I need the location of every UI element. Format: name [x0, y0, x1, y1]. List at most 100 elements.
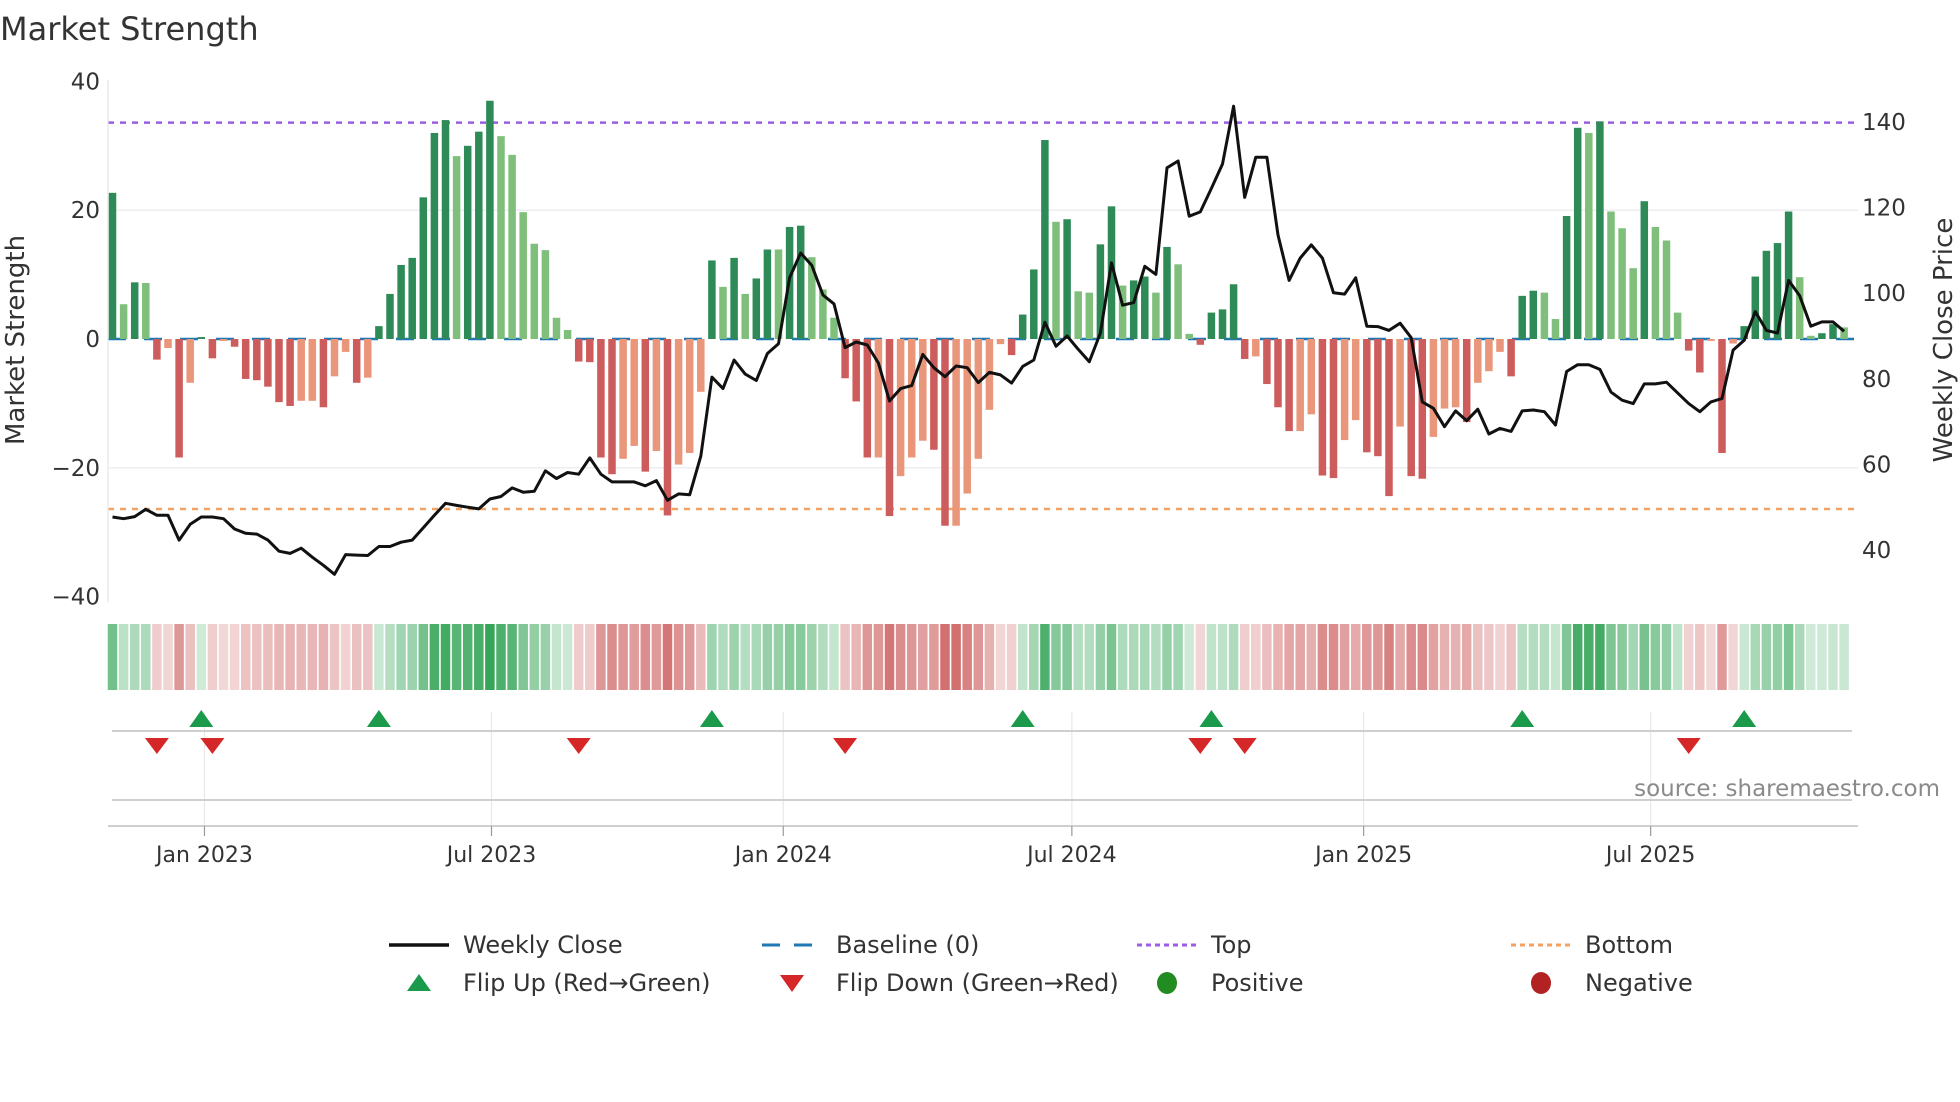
y2-tick-label: 100: [1862, 281, 1906, 307]
flip-down-marker: [1232, 738, 1257, 754]
strip-cell: [1128, 624, 1139, 690]
flip-down-legend-icon: [780, 975, 804, 992]
strength-bar: [541, 250, 550, 339]
strength-bar: [708, 260, 716, 339]
strength-bar: [519, 212, 527, 339]
strip-cell: [629, 624, 639, 690]
strength-bar: [241, 339, 250, 379]
strip-cell: [296, 624, 306, 690]
strip-cell: [673, 624, 684, 690]
strip-cell: [418, 624, 429, 690]
strip-cell: [1417, 624, 1428, 690]
strength-bar: [930, 339, 938, 450]
strip-cell: [573, 624, 584, 690]
strip-cell: [784, 624, 795, 690]
strip-cell: [707, 624, 717, 690]
strip-cell: [1162, 624, 1172, 690]
strip-cell: [396, 624, 406, 690]
strength-bar: [1007, 339, 1016, 356]
strength-bar: [652, 339, 661, 452]
flip-down-marker: [566, 738, 591, 754]
strength-bar: [1429, 339, 1438, 437]
strength-bar: [319, 339, 328, 408]
top-legend-icon: [1137, 943, 1197, 947]
strip-cell: [1661, 624, 1672, 690]
flip-up-marker: [1010, 710, 1035, 727]
strength-bar: [308, 339, 317, 401]
reference-lines: [108, 121, 1858, 511]
strip-cell: [462, 624, 473, 690]
strip-cell: [1584, 624, 1594, 690]
strength-bar: [1629, 268, 1637, 339]
strength-bar: [1074, 291, 1082, 339]
strip-cell: [1295, 624, 1305, 690]
strength-bar: [1218, 309, 1227, 339]
strength-bar: [1329, 339, 1338, 479]
strip-cell: [1350, 624, 1361, 690]
strength-bar: [1152, 292, 1160, 339]
strength-bar: [763, 249, 772, 339]
negative-legend-icon: [1531, 972, 1551, 994]
strength-bar: [674, 339, 683, 465]
strength-bar: [963, 339, 971, 494]
strip-cell: [496, 624, 506, 690]
strip-cell: [1006, 624, 1017, 690]
strip-cell: [1606, 624, 1616, 690]
strength-bar: [1163, 246, 1171, 339]
strength-bar: [1562, 216, 1571, 339]
strip-cell: [1550, 624, 1561, 690]
strength-bar: [175, 339, 183, 458]
strength-bar: [863, 339, 872, 458]
y2-axis-title: Weekly Close Price: [1929, 218, 1959, 463]
flip-down-marker: [1676, 738, 1701, 754]
strip-cell: [307, 624, 318, 690]
strength-bar: [1751, 276, 1760, 339]
strip-cell: [1728, 624, 1738, 690]
strip-cell: [1317, 624, 1328, 690]
strip-cell: [196, 624, 207, 690]
strength-bar: [275, 339, 283, 403]
strength-bar: [1052, 221, 1060, 339]
strength-bar: [730, 257, 738, 339]
strength-bar: [1507, 339, 1515, 377]
strength-bar: [1274, 339, 1282, 408]
strength-bar: [1795, 277, 1804, 339]
strip-cell: [129, 624, 140, 690]
strength-bar: [1485, 339, 1493, 372]
strength-bar: [130, 282, 139, 339]
strength-bar: [408, 257, 416, 339]
strength-bar: [1196, 339, 1205, 345]
strip-cell: [1806, 624, 1816, 690]
strip-cell: [1595, 624, 1605, 690]
strip-cell: [351, 624, 362, 690]
strip-cell: [540, 624, 551, 690]
strength-bar: [1340, 339, 1349, 441]
flip-down-marker: [833, 738, 858, 754]
strip-cell: [1373, 624, 1383, 690]
strength-bar: [574, 339, 583, 362]
strip-cell: [218, 624, 229, 690]
strip-cell: [1306, 624, 1317, 690]
legend-label: Top: [1211, 931, 1252, 959]
strip-cell: [507, 624, 517, 690]
strength-bar: [330, 339, 339, 377]
strip-cell: [1828, 624, 1838, 690]
strip-cell: [1517, 624, 1527, 690]
strength-bar: [1818, 333, 1826, 339]
strip-cell: [607, 624, 617, 690]
flip-down-marker: [144, 738, 169, 754]
strength-bar: [1585, 132, 1593, 339]
strip-cell: [662, 624, 673, 690]
strength-bar: [1385, 339, 1393, 497]
strength-bar: [796, 225, 805, 339]
y2-tick-label: 40: [1862, 538, 1891, 564]
strip-cell: [1706, 624, 1716, 690]
strength-bar: [1451, 339, 1460, 408]
strength-bar: [208, 339, 217, 359]
strip-cell: [795, 624, 806, 690]
strength-bar: [697, 339, 705, 392]
strip-cell: [918, 624, 928, 690]
strip-cell: [651, 624, 662, 690]
strip-cell: [1450, 624, 1461, 690]
strip-cell: [640, 624, 651, 690]
